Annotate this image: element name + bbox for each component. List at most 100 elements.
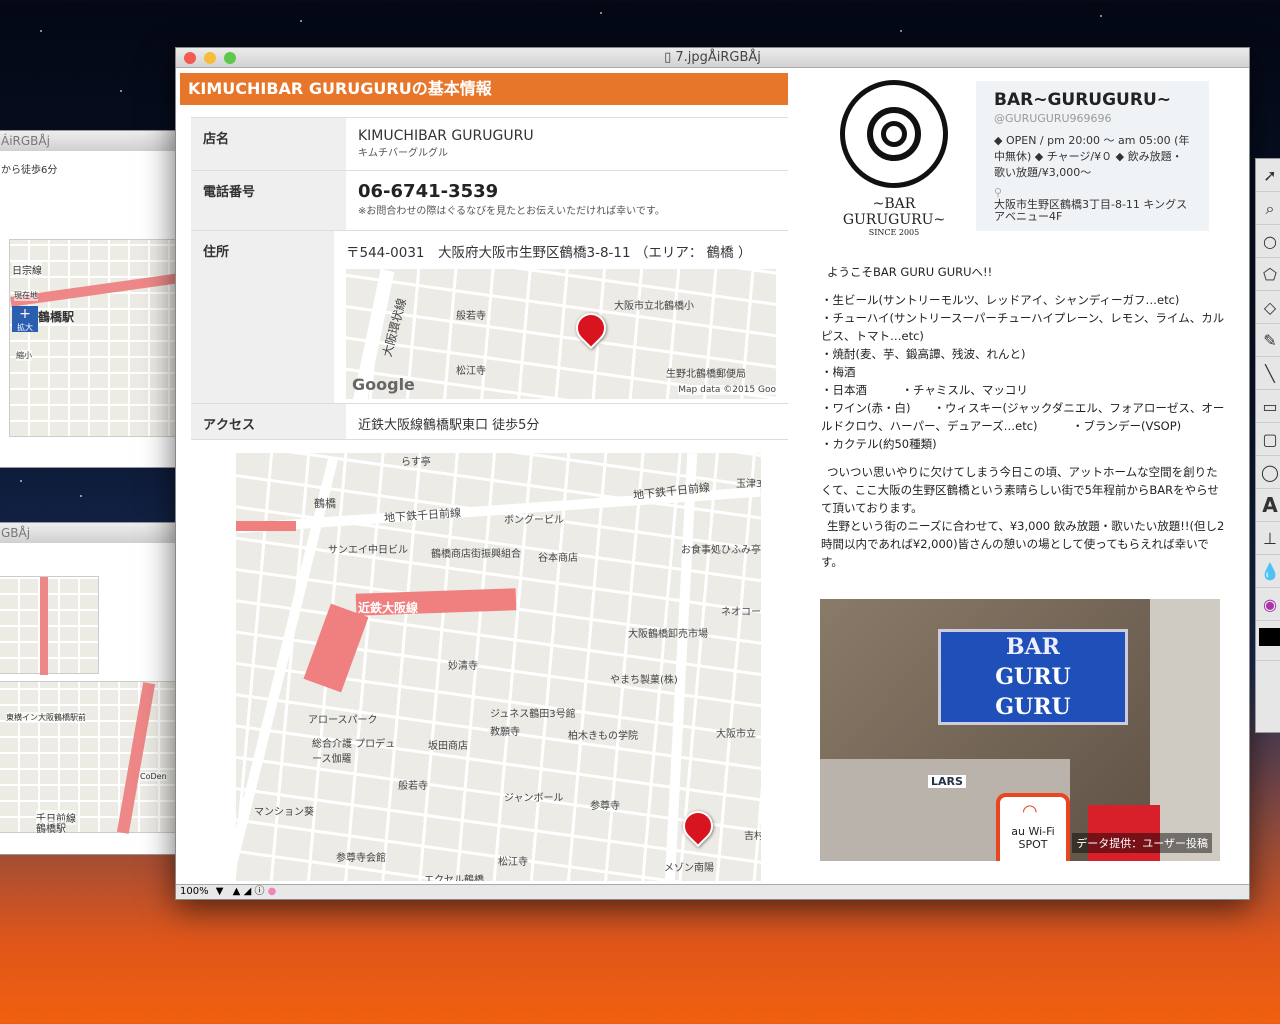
profile-card: BAR~GURUGURU~ @GURUGURU969696 ◆ OPEN / p…: [976, 81, 1209, 231]
background-window-1[interactable]: ÁiRGBÅj から徒歩6分 日宗線 鶴橋駅 現在地 + 拡大 縮小: [0, 130, 176, 468]
line-tool-icon[interactable]: ╲: [1256, 357, 1280, 390]
eye-tool-icon[interactable]: ◉: [1256, 588, 1280, 621]
close-button[interactable]: [184, 52, 196, 64]
mountain-icon[interactable]: ▲: [233, 886, 241, 897]
image-viewer-window[interactable]: ▯ 7.jpgÅiRGBÅj KIMUCHIBAR GURUGURUの基本情報 …: [175, 47, 1250, 900]
arrow-tool-icon[interactable]: ➚: [1256, 159, 1280, 192]
zoom-out-button[interactable]: 縮小: [16, 350, 32, 361]
station-label: 近鉄大阪線: [358, 601, 419, 615]
map-attribution: Map data ©2015 Goo: [678, 385, 776, 395]
sign-line: BAR: [1006, 634, 1060, 660]
map-label: メゾン南陽: [664, 863, 714, 874]
google-logo: Google: [352, 375, 415, 394]
menu-item: ・カクテル(約50種類): [821, 437, 937, 451]
profile-handle[interactable]: @GURUGURU969696: [994, 111, 1191, 127]
map-label: サンエイ中日ビル: [328, 545, 408, 556]
menu-item: ・焼酎(麦、芋、鍛高譚、残波、れんと): [821, 347, 1026, 361]
zoom-in-button[interactable]: + 拡大: [12, 306, 38, 332]
background-window-2[interactable]: GBÅj 東横イン大阪鶴橋駅前 千日前線 鶴橋駅 CoDen: [0, 522, 176, 855]
minimize-button[interactable]: [204, 52, 216, 64]
map-label: 大阪市立北鶴橋小: [614, 301, 694, 312]
map-label: お食事処ひふみ亭: [681, 545, 761, 556]
sign-line: GURU: [995, 664, 1071, 690]
text-tool-icon[interactable]: A: [1256, 489, 1280, 522]
map-label: 妙清寺: [448, 661, 478, 672]
row-label: 店名: [191, 118, 346, 170]
map-image[interactable]: [0, 576, 99, 675]
current-location-button[interactable]: 現在地: [14, 290, 38, 301]
row-label: アクセス: [191, 404, 346, 439]
profile-address: 大阪市生野区鶴橋3丁目-8-11 キングスアベニュー4F: [994, 198, 1188, 223]
small-map[interactable]: 般若寺 大阪市立北鶴橋小 大阪環状線 松江寺 生野北鶴橋郵便局 Google M…: [346, 269, 776, 399]
eraser-tool-icon[interactable]: ◇: [1256, 291, 1280, 324]
table-row: アクセス 近鉄大阪線鶴橋駅東口 徒歩5分: [191, 404, 788, 440]
map-label: 生野北鶴橋郵便局: [666, 369, 746, 380]
document-icon: ▯: [664, 50, 676, 65]
tool-palette: ➚ ⌕ ○ ⬠ ◇ ✎ ╲ ▭ ▢ ◯ A ⊥ 💧 ◉: [1255, 158, 1280, 733]
sign-line: GURU: [995, 694, 1071, 720]
select-tool-icon[interactable]: ⬠: [1256, 258, 1280, 291]
map-label: 鶴橋駅: [38, 308, 75, 325]
map-label: 日宗線: [12, 262, 42, 277]
map-label: アロースパーク: [308, 715, 378, 726]
map-label: ネオコー: [721, 607, 761, 618]
menu-list: ・生ビール(サントリーモルツ、レッドアイ、シャンディーガフ…etc) ・チューハ…: [821, 291, 1226, 453]
bar-photo: BAR GURU GURU LARS ◠ au Wi-Fi SPOT データ提供：…: [820, 599, 1220, 861]
plus-icon: +: [19, 306, 31, 322]
station-label: 鶴橋: [314, 497, 336, 510]
zoom-dropdown-icon[interactable]: ▼: [216, 886, 224, 897]
map-label: 大阪市立: [716, 729, 756, 740]
window-title: 7.jpgÅiRGBÅj: [675, 50, 761, 65]
paragraph: ついつい思いやりに欠けてしまう今日この頃、アットホームな空間を創りたくて、ここ大…: [821, 465, 1219, 515]
logo-spiral-icon: [840, 80, 948, 188]
map-label: 般若寺: [456, 311, 486, 322]
map-label: ジャンボール: [504, 793, 564, 804]
section-header: KIMUCHIBAR GURUGURUの基本情報: [180, 73, 788, 105]
table-row: 店名 KIMUCHIBAR GURUGURU キムチバーグルグル: [191, 118, 788, 171]
pen-tool-icon[interactable]: ✎: [1256, 324, 1280, 357]
map-label: エクセル鶴橋: [424, 875, 484, 881]
ellipse-select-icon[interactable]: ○: [1256, 225, 1280, 258]
info-icon[interactable]: ⓘ: [254, 886, 264, 897]
profile-info: ◆ OPEN / pm 20:00 〜 am 05:00 (年中無休) ◆ チャ…: [994, 134, 1190, 179]
shop-name-kana: キムチバーグルグル: [358, 148, 448, 159]
map-image[interactable]: 日宗線 鶴橋駅 現在地 + 拡大 縮小: [9, 239, 175, 437]
menu-item: ・日本酒 ・チャミスル、マッコリ: [821, 383, 1028, 397]
logo-since: SINCE 2005: [868, 228, 920, 237]
map-image[interactable]: 東横イン大阪鶴橋駅前 千日前線 鶴橋駅 CoDen: [0, 681, 175, 835]
wifi-icon: ◠: [1022, 801, 1038, 822]
access-map[interactable]: らす亭 鶴橋 地下鉄千日前線 地下鉄千日前線 ボングービル 玉津3 サンエイ中日…: [236, 453, 761, 881]
zoom-button[interactable]: [224, 52, 236, 64]
bar-sign: BAR GURU GURU: [938, 629, 1128, 725]
phone-number[interactable]: 06-6741-3539: [358, 181, 776, 202]
map-label: 谷本商店: [538, 553, 578, 564]
map-label: 坂田商店: [428, 741, 468, 752]
image-canvas[interactable]: KIMUCHIBAR GURUGURUの基本情報 店名 KIMUCHIBAR G…: [176, 68, 1249, 886]
status-bar: 100% ▼ ▲ ◢ ⓘ ●: [176, 884, 1249, 899]
map-label: 吉村: [744, 831, 761, 842]
map-label: やまち製菓(株): [610, 675, 678, 686]
rectangle-tool-icon[interactable]: ▭: [1256, 390, 1280, 423]
info-table: 店名 KIMUCHIBAR GURUGURU キムチバーグルグル 電話番号 06-…: [191, 117, 788, 440]
rounded-rect-tool-icon[interactable]: ▢: [1256, 423, 1280, 456]
map-label: CoDen: [140, 772, 167, 781]
map-label: 鶴橋商店街振興組合: [431, 549, 521, 560]
lasso-tool-icon[interactable]: ⌕: [1256, 192, 1280, 225]
histogram-icon[interactable]: ◢: [244, 886, 252, 897]
map-label: ジュネス鶴田3号館: [490, 709, 576, 720]
menu-item: ・ワイン(赤・白) ・ウィスキー(ジャックダニエル、フォアローゼス、オールドクロ…: [821, 401, 1225, 433]
zoom-level[interactable]: 100%: [176, 886, 213, 897]
color-icon[interactable]: ●: [268, 886, 277, 897]
map-label: 般若寺: [398, 781, 428, 792]
shop-name: KIMUCHIBAR GURUGURU: [358, 128, 534, 144]
table-row: 電話番号 06-6741-3539 ※お問合わせの際はぐるなびを見たとお伝えいただ…: [191, 171, 788, 231]
oval-tool-icon[interactable]: ◯: [1256, 456, 1280, 489]
map-label: 大阪鶴橋卸売市場: [628, 629, 708, 640]
window-title: GBÅj: [0, 523, 175, 543]
dropper-tool-icon[interactable]: 💧: [1256, 555, 1280, 588]
stamp-tool-icon[interactable]: ⊥: [1256, 522, 1280, 555]
title-bar[interactable]: ▯ 7.jpgÅiRGBÅj: [176, 48, 1249, 68]
wifi-text: au Wi-Fi SPOT: [1011, 825, 1055, 851]
map-label: らす亭: [401, 457, 431, 468]
color-swatch[interactable]: [1256, 628, 1280, 661]
